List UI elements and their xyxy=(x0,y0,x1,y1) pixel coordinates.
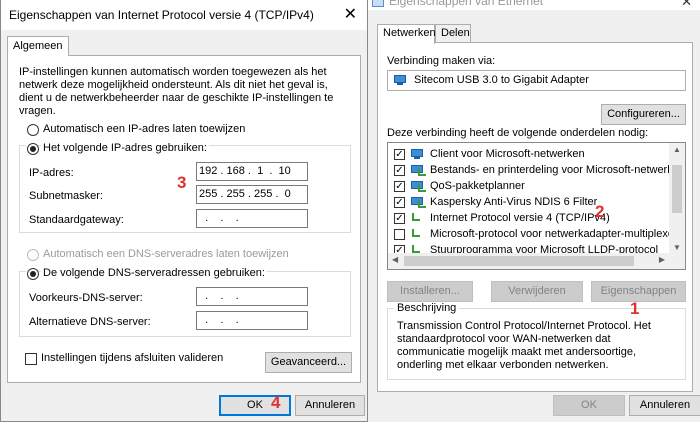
annotation-step-2: 2 xyxy=(595,202,605,221)
intro-text: IP-instellingen kunnen automatisch worde… xyxy=(19,66,334,117)
ethernet-ok-button[interactable]: OK xyxy=(553,395,625,416)
component-label: Internet Protocol versie 4 (TCP/IPv4) xyxy=(430,212,610,224)
adapter-field: Sitecom USB 3.0 to Gigabit Adapter xyxy=(387,70,686,91)
tab-netwerken[interactable]: Netwerken xyxy=(377,24,436,44)
list-item[interactable]: ✓ Client voor Microsoft-netwerken xyxy=(394,147,664,163)
ipv4-properties-dialog: Eigenschappen van Internet Protocol vers… xyxy=(0,0,368,422)
manual-dns-radio[interactable] xyxy=(27,268,39,280)
components-list[interactable]: ✓ Client voor Microsoft-netwerken ✓ Best… xyxy=(387,142,686,270)
install-button[interactable]: Installeren... xyxy=(387,281,473,302)
auto-ip-radio[interactable] xyxy=(27,124,39,136)
scroll-left-icon[interactable]: ◀ xyxy=(392,255,398,264)
component-label: Bestands- en printerdeling voor Microsof… xyxy=(430,164,685,176)
preferred-dns-field[interactable]: . . . xyxy=(196,287,308,306)
scroll-thumb[interactable] xyxy=(672,165,682,213)
scroll-up-icon[interactable]: ▲ xyxy=(669,145,685,154)
scroll-right-icon[interactable]: ▶ xyxy=(659,255,665,264)
auto-dns-radio[interactable] xyxy=(27,249,39,261)
description-legend: Beschrijving xyxy=(397,302,457,314)
scroll-down-icon[interactable]: ▼ xyxy=(669,243,685,252)
ip-address-field[interactable]: 192 . 168 . 1 . 10 xyxy=(196,162,308,181)
subnet-label: Subnetmasker: xyxy=(29,190,103,202)
component-checkbox[interactable]: ✓ xyxy=(394,149,405,160)
advanced-button[interactable]: Geavanceerd... xyxy=(265,352,352,373)
alternate-dns-label: Alternatieve DNS-server: xyxy=(29,316,151,328)
protocol-icon xyxy=(411,229,424,241)
list-item[interactable]: ✓ Internet Protocol versie 4 (TCP/IPv4) xyxy=(394,211,664,227)
component-label: Microsoft-protocol voor netwerkadapter-m… xyxy=(430,228,678,240)
cancel-button[interactable]: Annuleren xyxy=(295,395,365,416)
ethernet-cancel-button[interactable]: Annuleren xyxy=(629,395,700,416)
annotation-step-1: 1 xyxy=(630,299,640,318)
list-item[interactable]: Microsoft-protocol voor netwerkadapter-m… xyxy=(394,227,678,243)
auto-ip-label[interactable]: Automatisch een IP-adres laten toewijzen xyxy=(43,123,245,135)
ethernet-properties-dialog: Eigenschappen van Ethernet ✕ Netwerken D… xyxy=(366,0,700,422)
ip-address-label: IP-adres: xyxy=(29,167,74,179)
gateway-field[interactable]: . . . xyxy=(196,209,308,228)
remove-button[interactable]: Verwijderen xyxy=(491,281,583,302)
list-item[interactable]: ✓ QoS-pakketplanner xyxy=(394,179,664,195)
component-label: Kaspersky Anti-Virus NDIS 6 Filter xyxy=(430,196,598,208)
annotation-step-4: 4 xyxy=(271,393,281,412)
horizontal-scrollbar[interactable]: ◀ ▶ xyxy=(388,253,685,269)
validate-label[interactable]: Instellingen tijdens afsluiten valideren xyxy=(41,352,223,364)
close-icon[interactable]: ✕ xyxy=(681,0,692,10)
tab-algemeen[interactable]: Algemeen xyxy=(7,36,69,56)
network-service-icon xyxy=(411,165,426,177)
component-label: QoS-pakketplanner xyxy=(430,180,525,192)
ipv4-dialog-title: Eigenschappen van Internet Protocol vers… xyxy=(9,8,314,22)
adapter-name: Sitecom USB 3.0 to Gigabit Adapter xyxy=(414,74,589,86)
gateway-label: Standaardgateway: xyxy=(29,214,124,226)
component-checkbox[interactable]: ✓ xyxy=(394,165,405,176)
tab-delen[interactable]: Delen xyxy=(435,24,471,43)
protocol-icon xyxy=(411,213,424,225)
subnet-field[interactable]: 255 . 255 . 255 . 0 xyxy=(196,185,308,204)
vertical-scrollbar[interactable]: ▲ ▼ xyxy=(669,143,685,255)
component-checkbox[interactable]: ✓ xyxy=(394,213,405,224)
manual-ip-label[interactable]: Het volgende IP-adres gebruiken: xyxy=(41,142,209,154)
validate-checkbox[interactable] xyxy=(25,353,37,365)
network-adapter-icon xyxy=(394,75,408,86)
network-adapter-icon xyxy=(372,0,384,7)
components-label: Deze verbinding heeft de volgende onderd… xyxy=(387,127,649,139)
network-client-icon xyxy=(411,149,424,161)
component-label: Client voor Microsoft-netwerken xyxy=(430,148,585,160)
network-service-icon xyxy=(411,197,426,209)
configure-button[interactable]: Configureren... xyxy=(601,104,686,125)
manual-dns-label[interactable]: De volgende DNS-serveradressen gebruiken… xyxy=(41,267,267,279)
manual-ip-radio[interactable] xyxy=(27,143,39,155)
ipv4-dialog-titlebar: Eigenschappen van Internet Protocol vers… xyxy=(1,0,367,30)
component-checkbox[interactable]: ✓ xyxy=(394,197,405,208)
preferred-dns-label: Voorkeurs-DNS-server: xyxy=(29,292,143,304)
alternate-dns-field[interactable]: . . . xyxy=(196,311,308,330)
description-text: Transmission Control Protocol/Internet P… xyxy=(397,320,651,371)
network-service-icon xyxy=(411,181,426,193)
ethernet-dialog-titlebar: Eigenschappen van Ethernet ✕ xyxy=(367,0,700,10)
close-icon[interactable]: ✕ xyxy=(344,0,357,30)
scroll-thumb[interactable] xyxy=(404,256,634,266)
component-checkbox[interactable] xyxy=(394,229,405,240)
component-checkbox[interactable]: ✓ xyxy=(394,181,405,192)
connect-via-label: Verbinding maken via: xyxy=(387,55,496,67)
ethernet-dialog-title: Eigenschappen van Ethernet xyxy=(389,0,544,8)
list-item[interactable]: ✓ Bestands- en printerdeling voor Micros… xyxy=(394,163,685,179)
auto-dns-label[interactable]: Automatisch een DNS-serveradres laten to… xyxy=(43,248,289,260)
list-item[interactable]: ✓ Kaspersky Anti-Virus NDIS 6 Filter xyxy=(394,195,664,211)
annotation-step-3: 3 xyxy=(177,173,187,192)
